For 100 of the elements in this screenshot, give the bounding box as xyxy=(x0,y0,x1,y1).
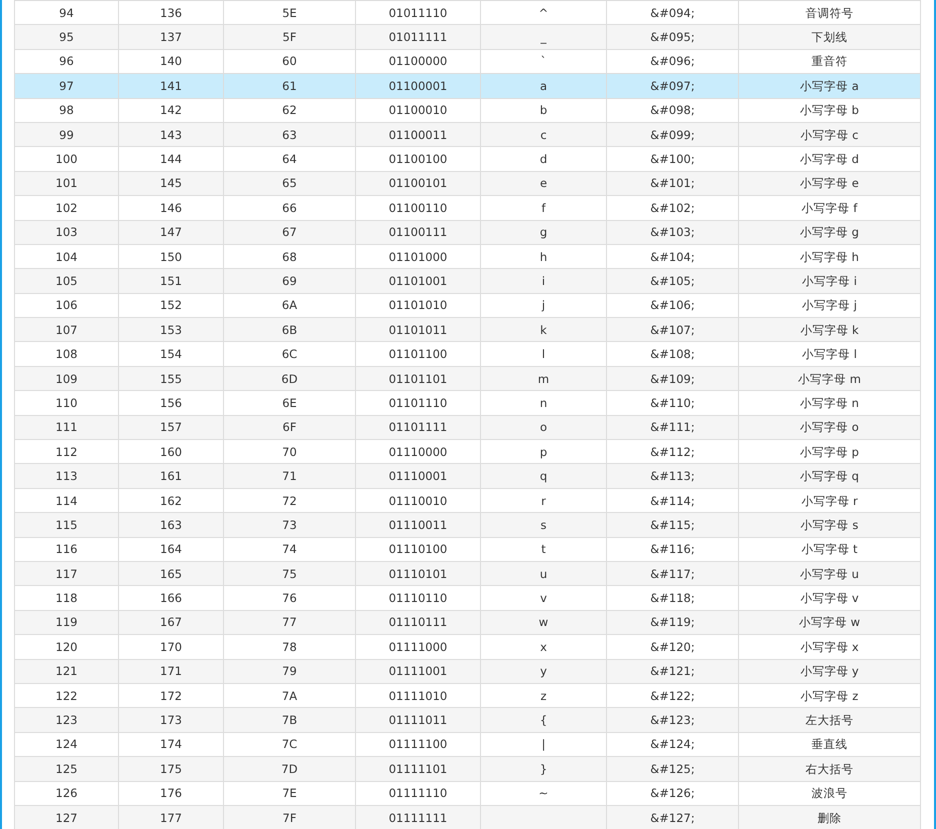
table-cell: &#121; xyxy=(650,664,695,678)
table-row[interactable]: 117 165 75 01110101 u &#117; 小写字母 u xyxy=(14,561,920,586)
table-cell: 126 xyxy=(56,786,78,800)
table-cell: 172 xyxy=(160,688,182,703)
table-row[interactable]: 119 167 77 01110111 w &#119; 小写字母 w xyxy=(14,610,920,635)
table-cell: 7A xyxy=(282,688,298,703)
table-cell: 73 xyxy=(282,518,297,532)
table-cell: 110 xyxy=(56,396,78,410)
table-row[interactable]: 101 145 65 01100101 e &#101; 小写字母 e xyxy=(14,171,920,196)
table-row[interactable]: 107 153 6B 01101011 k &#107; 小写字母 k xyxy=(14,318,920,342)
table-row[interactable]: 125 175 7D 01111101 } &#125; 右大括号 xyxy=(14,756,920,781)
table-cell: 6A xyxy=(282,298,298,312)
table-cell: n xyxy=(540,396,548,410)
table-row[interactable]: 105 151 69 01101001 i &#105; 小写字母 i xyxy=(14,268,920,294)
table-row[interactable]: 120 170 78 01111000 x &#120; 小写字母 x xyxy=(14,634,920,660)
table-cell: 112 xyxy=(56,444,78,459)
table-row[interactable]: 124 174 7C 01111100 | &#124; 垂直线 xyxy=(14,732,920,757)
table-cell: x xyxy=(540,640,547,654)
table-row[interactable]: 102 146 66 01100110 f &#102; 小写字母 f xyxy=(14,196,920,220)
table-cell: &#118; xyxy=(650,591,695,606)
table-row[interactable]: 94 136 5E 01011110 ^ &#094; 音调符号 xyxy=(14,0,920,25)
table-row[interactable]: 115 163 73 01110011 s &#115; 小写字母 s xyxy=(14,512,920,538)
table-cell: &#123; xyxy=(650,713,695,728)
table-cell: 01100101 xyxy=(388,176,448,190)
table-row[interactable]: 103 147 67 01100111 g &#103; 小写字母 g xyxy=(14,220,920,244)
table-row[interactable]: 100 144 64 01100100 d &#100; 小写字母 d xyxy=(14,146,920,172)
table-cell: &#107; xyxy=(650,322,695,337)
table-cell: 118 xyxy=(56,591,78,606)
table-cell: 右大括号 xyxy=(806,762,854,776)
table-row[interactable]: 109 155 6D 01101101 m &#109; 小写字母 m xyxy=(14,366,920,391)
table-cell: 小写字母 p xyxy=(800,444,859,459)
table-row[interactable]: 118 166 76 01110110 v &#118; 小写字母 v xyxy=(14,586,920,610)
table-cell: 小写字母 c xyxy=(800,128,858,142)
table-cell: p xyxy=(540,444,548,459)
table-cell: 小写字母 y xyxy=(800,664,859,678)
table-cell: 01101011 xyxy=(388,322,448,337)
table-row[interactable]: 112 160 70 01110000 p &#112; 小写字母 p xyxy=(14,440,920,464)
table-cell: 147 xyxy=(160,225,182,240)
table-cell: 117 xyxy=(56,566,78,581)
table-row[interactable]: 104 150 68 01101000 h &#104; 小写字母 h xyxy=(14,244,920,269)
table-row[interactable]: 122 172 7A 01111010 z &#122; 小写字母 z xyxy=(14,683,920,708)
table-row[interactable]: 114 162 72 01110010 r &#114; 小写字母 r xyxy=(14,488,920,513)
table-row[interactable]: 111 157 6F 01101111 o &#111; 小写字母 o xyxy=(14,415,920,440)
table-cell: &#125; xyxy=(650,762,695,776)
table-cell: 01101110 xyxy=(388,396,448,410)
table-cell: 01111001 xyxy=(388,664,448,678)
table-cell: &#100; xyxy=(650,152,695,166)
table-cell: 61 xyxy=(282,78,297,93)
table-cell: 74 xyxy=(282,542,297,556)
table-row[interactable]: 121 171 79 01111001 y &#121; 小写字母 y xyxy=(14,659,920,684)
table-row[interactable]: 116 164 74 01110100 t &#116; 小写字母 t xyxy=(14,537,920,562)
table-cell: 小写字母 d xyxy=(800,152,859,166)
table-cell: 76 xyxy=(282,591,297,606)
table-cell: 7C xyxy=(282,737,298,752)
table-row[interactable]: 127 177 7F 01111111 &#127; 删除 xyxy=(14,805,920,829)
table-cell: 166 xyxy=(160,591,182,606)
table-cell: 小写字母 i xyxy=(802,274,857,288)
table-row[interactable]: 108 154 6C 01101100 l &#108; 小写字母 l xyxy=(14,342,920,366)
table-row[interactable]: 96 140 60 01100000 ` &#096; 重音符 xyxy=(14,49,920,74)
table-row[interactable]: 99 143 63 01100011 c &#099; 小写字母 c xyxy=(14,122,920,147)
table-row[interactable]: 97 141 61 01100001 a &#097; 小写字母 a xyxy=(14,74,920,98)
table-row[interactable]: 95 137 5F 01011111 _ &#095; 下划线 xyxy=(14,24,920,50)
table-row[interactable]: 126 176 7E 01111110 ~ &#126; 波浪号 xyxy=(14,781,920,806)
table-cell: 01101100 xyxy=(388,347,448,362)
table-cell: &#110; xyxy=(650,396,695,410)
table-row[interactable]: 98 142 62 01100010 b &#098; 小写字母 b xyxy=(14,98,920,122)
table-cell: &#097; xyxy=(650,78,695,93)
table-row[interactable]: 110 156 6E 01101110 n &#110; 小写字母 n xyxy=(14,390,920,416)
table-cell: 01111101 xyxy=(388,762,448,776)
table-row[interactable]: 106 152 6A 01101010 j &#106; 小写字母 j xyxy=(14,293,920,318)
table-cell: 137 xyxy=(160,30,182,44)
table-cell: 151 xyxy=(160,274,182,288)
table-cell: 垂直线 xyxy=(812,737,848,752)
table-cell: q xyxy=(540,469,548,484)
table-cell: 104 xyxy=(56,250,78,264)
table-cell: _ xyxy=(540,30,546,44)
table-cell: 6C xyxy=(282,347,298,362)
table-cell: 小写字母 u xyxy=(800,566,859,581)
table-cell: 69 xyxy=(282,274,297,288)
table-cell: 177 xyxy=(160,810,182,825)
table-cell: 01110110 xyxy=(388,591,448,606)
table-cell: 123 xyxy=(56,713,78,728)
table-cell: 7D xyxy=(281,762,298,776)
table-cell: 01110010 xyxy=(388,494,448,508)
table-cell: 140 xyxy=(160,54,182,68)
table-cell: 156 xyxy=(160,396,182,410)
table-cell: 小写字母 v xyxy=(800,591,859,606)
table-cell: &#096; xyxy=(650,54,695,68)
table-cell: 下划线 xyxy=(812,30,848,44)
table-cell: 01100110 xyxy=(388,200,448,215)
table-cell: 小写字母 x xyxy=(800,640,859,654)
table-row[interactable]: 123 173 7B 01111011 { &#123; 左大括号 xyxy=(14,708,920,732)
table-cell: 小写字母 b xyxy=(800,103,859,118)
table-cell: h xyxy=(540,250,548,264)
table-cell: 116 xyxy=(56,542,78,556)
table-cell: c xyxy=(540,128,547,142)
table-row[interactable]: 113 161 71 01110001 q &#113; 小写字母 q xyxy=(14,464,920,488)
table-cell: &#126; xyxy=(650,786,695,800)
table-cell: 6F xyxy=(282,420,296,434)
table-cell: 小写字母 l xyxy=(802,347,857,362)
